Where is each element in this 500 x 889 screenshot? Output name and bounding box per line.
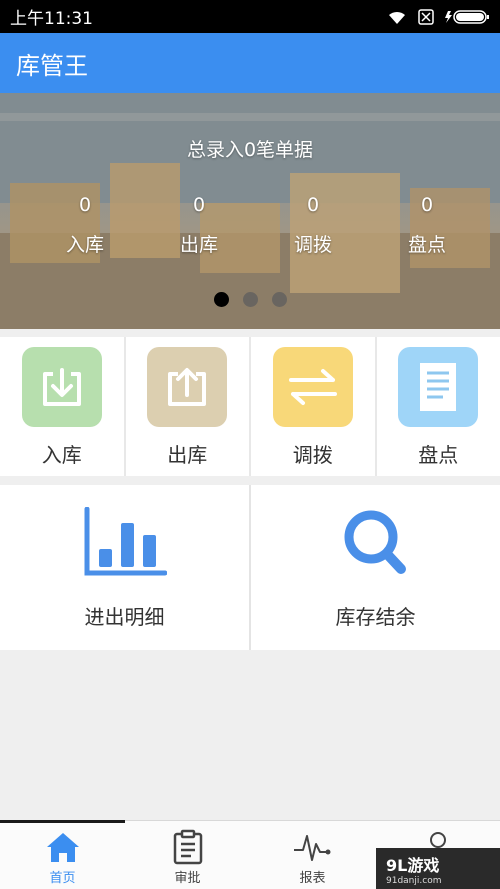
report-icon <box>343 507 409 577</box>
action-tile <box>272 347 353 427</box>
report-inventory-balance[interactable]: 库存结余 <box>251 485 500 650</box>
action-stocktake[interactable]: 盘点 <box>377 337 500 476</box>
site-watermark: 9L游戏 91danji.com <box>376 848 500 889</box>
app-bar: 库管王 <box>0 33 500 93</box>
clipboard-icon <box>173 829 202 865</box>
sim-off-icon <box>418 8 434 25</box>
tab-label: 审批 <box>174 871 201 886</box>
upload-box-icon <box>168 368 207 406</box>
stat-stocktake: 0 盘点 <box>382 188 472 257</box>
stat-label: 盘点 <box>407 234 446 256</box>
battery-icon <box>445 9 489 24</box>
tab-approval[interactable]: 审批 <box>125 821 250 889</box>
stat-count: 0 <box>306 194 320 216</box>
action-transfer[interactable]: 调拨 <box>251 337 377 476</box>
action-tile <box>21 347 102 427</box>
banner-headline: 总录入0笔单据 <box>186 139 314 161</box>
bar-chart-icon <box>84 507 167 576</box>
download-box-icon <box>42 368 81 406</box>
tab-home[interactable]: 首页 <box>0 820 125 889</box>
status-bar: 上午11:31 <box>0 0 500 33</box>
stat-count: 0 <box>192 194 206 216</box>
report-label: 进出明细 <box>84 605 165 629</box>
carousel-indicator <box>0 292 500 307</box>
stat-inbound: 0 入库 <box>40 188 130 257</box>
action-label: 出库 <box>167 443 208 467</box>
report-label: 库存结余 <box>335 605 416 629</box>
stat-count: 0 <box>78 194 92 216</box>
report-inout-detail[interactable]: 进出明细 <box>0 485 249 650</box>
report-icon <box>83 507 167 577</box>
action-label: 入库 <box>41 443 82 467</box>
wifi-icon <box>389 11 405 24</box>
quick-actions: 入库 出库 调拨 盘点 <box>0 337 500 476</box>
home-icon <box>46 833 79 862</box>
action-inbound[interactable]: 入库 <box>0 337 126 476</box>
stat-label: 出库 <box>179 234 218 256</box>
action-label: 盘点 <box>418 443 459 467</box>
tab-label: 报表 <box>299 871 326 886</box>
document-list-icon <box>420 363 457 411</box>
watermark-url: 91danji.com <box>386 875 442 886</box>
stat-transfer: 0 调拨 <box>268 188 358 257</box>
app-title: 库管王 <box>16 51 88 80</box>
action-tile <box>398 347 479 427</box>
tab-icon <box>293 829 333 865</box>
swap-arrows-icon <box>288 369 337 405</box>
tab-label: 首页 <box>49 871 76 886</box>
carousel-dot[interactable] <box>213 292 229 307</box>
tab-icon <box>173 829 203 865</box>
stat-label: 入库 <box>65 234 104 256</box>
stat-count: 0 <box>420 194 434 216</box>
report-shortcuts: 进出明细 库存结余 <box>0 485 500 650</box>
stat-outbound: 0 出库 <box>154 188 244 257</box>
tab-icon <box>46 829 80 865</box>
pulse-icon <box>293 835 330 861</box>
action-label: 调拨 <box>292 443 333 467</box>
status-icons <box>386 8 490 25</box>
tab-reports[interactable]: 报表 <box>250 821 375 889</box>
carousel-dot[interactable] <box>271 292 287 307</box>
stat-label: 调拨 <box>293 234 332 256</box>
banner-carousel[interactable]: 总录入0笔单据 0 入库 0 出库 0 调拨 0 盘点 <box>0 93 500 329</box>
action-tile <box>147 347 228 427</box>
carousel-dot[interactable] <box>242 292 258 307</box>
magnifier-icon <box>344 510 406 574</box>
status-time: 上午11:31 <box>10 9 93 29</box>
watermark-brand: 9L游戏 <box>386 855 440 875</box>
action-outbound[interactable]: 出库 <box>126 337 251 476</box>
